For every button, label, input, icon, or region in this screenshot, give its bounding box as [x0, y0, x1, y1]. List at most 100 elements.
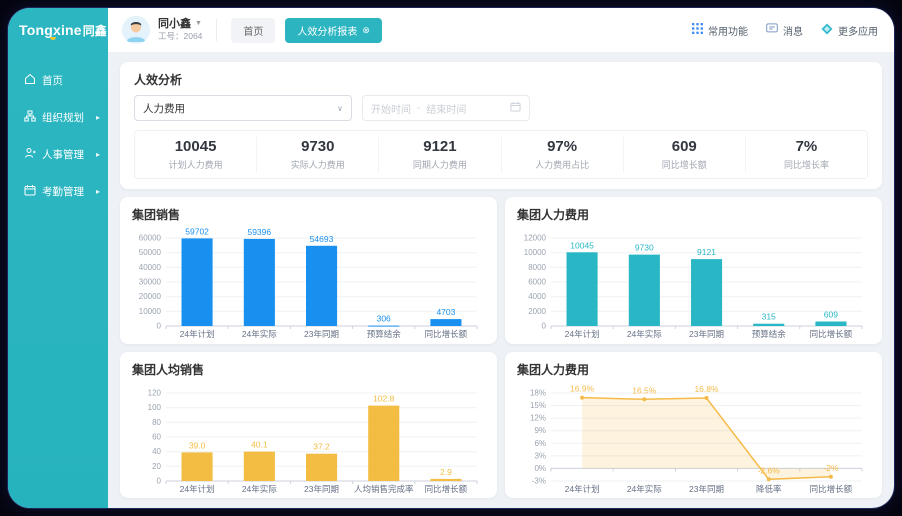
- svg-text:40000: 40000: [139, 263, 162, 272]
- svg-text:3%: 3%: [534, 451, 546, 460]
- svg-text:30000: 30000: [139, 278, 162, 287]
- svg-text:10000: 10000: [139, 307, 162, 316]
- kpi-actual-hr-cost: 9730 实际人力费用: [256, 137, 378, 172]
- date-separator: -: [417, 103, 420, 114]
- svg-text:0: 0: [542, 322, 547, 331]
- svg-text:4703: 4703: [436, 307, 455, 317]
- chart-title: 集团人力费用: [517, 206, 870, 223]
- kpi-strip: 10045 计划人力费用 9730 实际人力费用 9121 同期人力费用 97%…: [134, 130, 868, 179]
- kpi-label: 同比增长额: [628, 158, 741, 171]
- kpi-value: 609: [628, 138, 741, 155]
- per-capita-sales-bar-chart: 02040608010012039.040.137.2102.82.924年计划…: [132, 380, 485, 495]
- svg-text:60000: 60000: [139, 234, 162, 243]
- main-area: 同小鑫▼ 工号：2064 首页 人效分析报表 ⊗ 常用功能 消息: [108, 8, 894, 508]
- svg-text:23年同期: 23年同期: [689, 329, 724, 339]
- logo-text: Tongxine: [19, 22, 82, 38]
- dashboard-content: 人效分析 人力费用 ∨ 开始时间 - 结束时间 10045: [108, 52, 894, 508]
- svg-text:24年实际: 24年实际: [242, 329, 277, 339]
- svg-text:10000: 10000: [524, 248, 547, 257]
- more-apps-button[interactable]: 更多应用: [821, 23, 878, 38]
- sidebar-item-org-planning[interactable]: 组织规划 ▸: [8, 99, 108, 136]
- efficiency-filter-panel: 人效分析 人力费用 ∨ 开始时间 - 结束时间 10045: [120, 62, 882, 189]
- svg-text:20000: 20000: [139, 292, 162, 301]
- sidebar-item-attendance[interactable]: 考勤管理 ▸: [8, 173, 108, 210]
- svg-text:102.8: 102.8: [373, 393, 395, 403]
- svg-text:16.5%: 16.5%: [632, 385, 657, 395]
- svg-text:24年计划: 24年计划: [565, 329, 600, 339]
- svg-text:24年计划: 24年计划: [180, 329, 215, 339]
- tab-home[interactable]: 首页: [231, 18, 275, 43]
- kpi-value: 7%: [750, 138, 863, 155]
- home-icon: [24, 73, 36, 88]
- common-functions-button[interactable]: 常用功能: [692, 23, 748, 38]
- svg-text:24年计划: 24年计划: [180, 484, 215, 494]
- svg-text:80: 80: [152, 417, 161, 426]
- svg-text:54693: 54693: [310, 234, 334, 244]
- calendar-icon: [510, 101, 521, 115]
- kpi-value: 97%: [506, 138, 619, 155]
- svg-text:同比增长额: 同比增长额: [810, 329, 853, 339]
- grid-icon: [692, 23, 703, 37]
- chevron-right-icon: ▸: [96, 150, 100, 159]
- svg-text:人均销售完成率: 人均销售完成率: [354, 484, 414, 494]
- svg-text:6%: 6%: [534, 438, 546, 447]
- svg-text:609: 609: [824, 310, 838, 320]
- logo-suffix: 同鑫: [83, 22, 107, 39]
- svg-text:39.0: 39.0: [189, 440, 206, 450]
- svg-text:20: 20: [152, 461, 161, 470]
- kpi-hr-cost-ratio: 97% 人力费用占比: [501, 137, 623, 172]
- chart-title: 集团人均销售: [132, 361, 485, 378]
- sidebar-item-home[interactable]: 首页: [8, 62, 108, 99]
- action-label: 更多应用: [838, 23, 878, 38]
- svg-text:23年同期: 23年同期: [304, 329, 339, 339]
- svg-text:9730: 9730: [635, 243, 654, 253]
- sidebar-item-label: 考勤管理: [42, 184, 84, 199]
- svg-text:预算结余: 预算结余: [367, 329, 402, 339]
- svg-text:-2.6%: -2.6%: [758, 465, 781, 475]
- svg-text:60: 60: [152, 432, 161, 441]
- svg-text:-3%: -3%: [532, 476, 546, 485]
- chevron-down-icon: ∨: [337, 104, 343, 113]
- svg-text:同比增长额: 同比增长额: [810, 484, 853, 494]
- user-name: 同小鑫: [158, 18, 191, 31]
- kpi-value: 9730: [261, 138, 374, 155]
- svg-text:8000: 8000: [528, 263, 546, 272]
- chart-title: 集团销售: [132, 206, 485, 223]
- kpi-label: 实际人力费用: [261, 158, 374, 171]
- svg-text:100: 100: [148, 403, 162, 412]
- date-range-input[interactable]: 开始时间 - 结束时间: [362, 95, 530, 121]
- per-capita-sales-chart-panel: 集团人均销售 02040608010012039.040.137.2102.82…: [120, 352, 497, 499]
- top-bar: 同小鑫▼ 工号：2064 首页 人效分析报表 ⊗ 常用功能 消息: [108, 8, 894, 52]
- app-logo: Tongxine同鑫: [8, 8, 108, 52]
- svg-text:37.2: 37.2: [313, 441, 330, 451]
- apps-icon: [821, 23, 833, 38]
- user-menu[interactable]: 同小鑫▼ 工号：2064: [158, 18, 202, 42]
- group-hr-cost-chart-panel: 集团人力费用 020004000600080001000012000100459…: [505, 197, 882, 344]
- svg-text:16.8%: 16.8%: [694, 384, 719, 394]
- panel-title: 人效分析: [134, 71, 868, 88]
- sidebar-item-label: 组织规划: [42, 110, 84, 125]
- sidebar: Tongxine同鑫 首页 组织规划 ▸ 人事管理 ▸ 考勤管理 ▸: [8, 8, 108, 508]
- app-window: Tongxine同鑫 首页 组织规划 ▸ 人事管理 ▸ 考勤管理 ▸: [8, 8, 894, 508]
- kpi-label: 计划人力费用: [139, 158, 252, 171]
- svg-text:40: 40: [152, 447, 161, 456]
- svg-text:同比增长额: 同比增长额: [425, 329, 468, 339]
- metric-select[interactable]: 人力费用 ∨: [134, 95, 352, 121]
- chevron-right-icon: ▸: [96, 113, 100, 122]
- kpi-same-period-hr-cost: 9121 同期人力费用: [378, 137, 500, 172]
- svg-text:315: 315: [762, 312, 776, 322]
- start-date-placeholder: 开始时间: [371, 101, 411, 116]
- sidebar-item-hr-management[interactable]: 人事管理 ▸: [8, 136, 108, 173]
- calendar-icon: [24, 184, 36, 199]
- messages-button[interactable]: 消息: [766, 23, 803, 38]
- avatar: [122, 16, 150, 44]
- sidebar-menu: 首页 组织规划 ▸ 人事管理 ▸ 考勤管理 ▸: [8, 62, 108, 210]
- close-icon[interactable]: ⊗: [362, 26, 370, 35]
- svg-text:9%: 9%: [534, 426, 546, 435]
- svg-text:50000: 50000: [139, 248, 162, 257]
- tab-efficiency-report[interactable]: 人效分析报表 ⊗: [285, 18, 382, 43]
- chevron-right-icon: ▸: [96, 187, 100, 196]
- svg-text:24年实际: 24年实际: [627, 484, 662, 494]
- chevron-down-icon: ▼: [195, 20, 202, 28]
- svg-text:10045: 10045: [570, 240, 594, 250]
